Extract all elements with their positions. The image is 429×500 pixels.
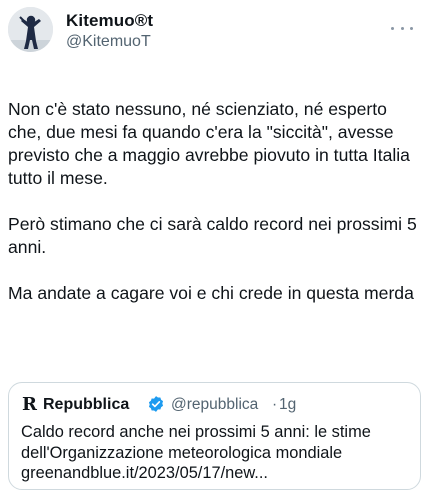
dot <box>391 26 394 30</box>
dot <box>400 26 404 30</box>
quoted-author-handle[interactable]: @repubblica <box>171 396 258 414</box>
tweet-text: Non c'è stato nessuno, né scienziato, né… <box>8 98 418 305</box>
figure-silhouette-avatar-icon <box>8 7 53 52</box>
tweet-paragraph-2: Però stimano che ci sarà caldo record ne… <box>8 214 417 257</box>
author-display-name[interactable]: Kitemuo®t <box>66 11 153 31</box>
more-options-icon[interactable] <box>391 23 413 33</box>
tweet-card: Kitemuo®t @KitemuoT Non c'è stato nessun… <box>0 0 429 500</box>
quoted-text: Caldo record anche nei prossimi 5 anni: … <box>21 423 371 482</box>
tweet-paragraph-3: Ma andate a cagare voi e chi crede in qu… <box>8 283 414 303</box>
dot <box>410 26 413 30</box>
quoted-author-name[interactable]: Repubblica <box>43 396 129 414</box>
quoted-timestamp[interactable]: 1g <box>279 396 296 414</box>
quoted-tweet[interactable]: R Repubblica @repubblica · 1g Caldo reco… <box>8 382 421 490</box>
repubblica-logo: R <box>22 394 37 415</box>
verified-badge-icon <box>148 396 164 412</box>
tweet-paragraph-1: Non c'è stato nessuno, né scienziato, né… <box>8 99 410 188</box>
separator-dot: · <box>272 396 278 413</box>
user-avatar[interactable] <box>8 7 53 52</box>
author-handle[interactable]: @KitemuoT <box>66 33 151 51</box>
